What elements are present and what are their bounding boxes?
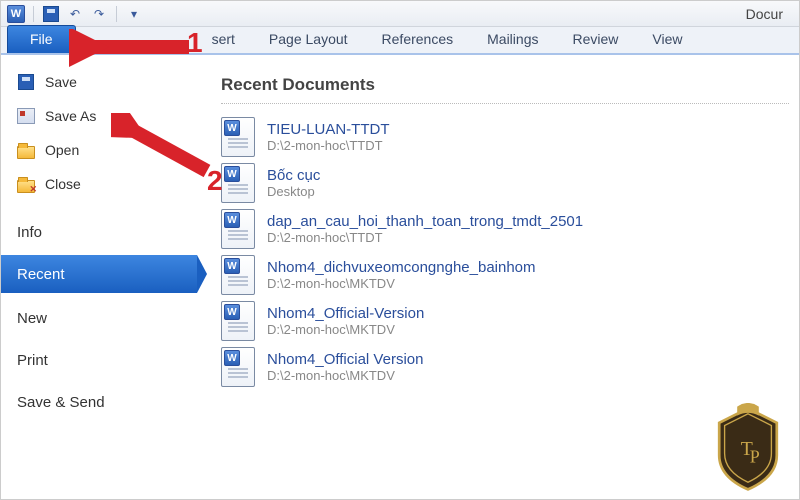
doc-text: Nhom4_Official-VersionD:\2-mon-hoc\MKTDV	[267, 305, 424, 337]
word-doc-icon	[221, 163, 255, 203]
doc-path: D:\2-mon-hoc\MKTDV	[267, 368, 423, 383]
sidebar-item-info[interactable]: Info	[1, 215, 197, 249]
floppy-icon	[43, 6, 59, 22]
word-doc-icon	[221, 117, 255, 157]
sidebar-item-label: Save As	[45, 108, 96, 124]
quick-access-toolbar: ↶ ↷ ▾	[31, 5, 143, 23]
recent-doc-item[interactable]: TIEU-LUAN-TTDTD:\2-mon-hoc\TTDT	[221, 114, 789, 160]
annotation-label-1: 1	[187, 27, 203, 59]
doc-text: dap_an_cau_hoi_thanh_toan_trong_tmdt_250…	[267, 213, 583, 245]
sidebar-item-save-send[interactable]: Save & Send	[1, 385, 197, 419]
doc-text: Bốc cụcDesktop	[267, 167, 320, 199]
doc-title: Bốc cục	[267, 167, 320, 184]
sidebar-item-save[interactable]: Save	[1, 65, 197, 99]
doc-path: Desktop	[267, 184, 320, 199]
doc-path: D:\2-mon-hoc\TTDT	[267, 230, 583, 245]
app-icon: W	[7, 5, 25, 23]
window-title: Docur	[746, 6, 783, 22]
sidebar-item-label: Close	[45, 176, 81, 192]
tab-page-layout[interactable]: Page Layout	[255, 26, 362, 53]
qat-undo-button[interactable]: ↶	[66, 5, 84, 23]
doc-text: Nhom4_dichvuxeomcongnghe_bainhomD:\2-mon…	[267, 259, 536, 291]
doc-title: Nhom4_Official Version	[267, 351, 423, 368]
doc-path: D:\2-mon-hoc\MKTDV	[267, 276, 536, 291]
annotation-label-2: 2	[207, 165, 223, 197]
svg-text:P: P	[750, 446, 760, 466]
doc-path: D:\2-mon-hoc\MKTDV	[267, 322, 424, 337]
folder-open-icon	[17, 141, 35, 159]
tab-review[interactable]: Review	[558, 26, 632, 53]
recent-doc-item[interactable]: Nhom4_Official-VersionD:\2-mon-hoc\MKTDV	[221, 298, 789, 344]
word-doc-icon	[221, 209, 255, 249]
word-doc-icon	[221, 347, 255, 387]
doc-title: dap_an_cau_hoi_thanh_toan_trong_tmdt_250…	[267, 213, 583, 230]
tab-file[interactable]: File	[7, 25, 76, 53]
sidebar-item-print[interactable]: Print	[1, 343, 197, 377]
sidebar-item-new[interactable]: New	[1, 301, 197, 335]
folder-close-icon	[17, 175, 35, 193]
word-doc-icon	[221, 255, 255, 295]
annotation-arrow-1	[69, 29, 199, 69]
sidebar-item-label: Save & Send	[17, 394, 105, 411]
annotation-arrow-2	[111, 113, 221, 183]
sidebar-item-label: Info	[17, 224, 42, 241]
doc-text: Nhom4_Official VersionD:\2-mon-hoc\MKTDV	[267, 351, 423, 383]
recent-doc-item[interactable]: Nhom4_Official VersionD:\2-mon-hoc\MKTDV	[221, 344, 789, 390]
recent-doc-item[interactable]: Nhom4_dichvuxeomcongnghe_bainhomD:\2-mon…	[221, 252, 789, 298]
floppy-icon	[17, 73, 35, 91]
tab-view[interactable]: View	[638, 26, 696, 53]
doc-title: Nhom4_Official-Version	[267, 305, 424, 322]
divider	[221, 103, 789, 104]
sidebar-item-label: Print	[17, 352, 48, 369]
sidebar-item-label: Save	[45, 74, 77, 90]
sidebar-item-label: New	[17, 310, 47, 327]
recent-doc-item[interactable]: Bốc cụcDesktop	[221, 160, 789, 206]
sidebar-item-label: Recent	[17, 266, 65, 283]
recent-heading: Recent Documents	[221, 75, 789, 95]
recent-documents-list: TIEU-LUAN-TTDTD:\2-mon-hoc\TTDTBốc cụcDe…	[221, 114, 789, 390]
qat-save-button[interactable]	[42, 5, 60, 23]
tab-mailings[interactable]: Mailings	[473, 26, 552, 53]
sidebar-item-label: Open	[45, 142, 79, 158]
qat-redo-button[interactable]: ↷	[90, 5, 108, 23]
recent-doc-item[interactable]: dap_an_cau_hoi_thanh_toan_trong_tmdt_250…	[221, 206, 789, 252]
doc-title: Nhom4_dichvuxeomcongnghe_bainhom	[267, 259, 536, 276]
sidebar-item-recent[interactable]: Recent	[1, 255, 197, 293]
tab-references[interactable]: References	[368, 26, 468, 53]
save-as-icon	[17, 107, 35, 125]
qat-customize-button[interactable]: ▾	[125, 5, 143, 23]
tab-insert[interactable]: sert	[198, 26, 249, 53]
title-bar: W ↶ ↷ ▾ Docur	[1, 1, 799, 27]
doc-title: TIEU-LUAN-TTDT	[267, 121, 390, 138]
doc-text: TIEU-LUAN-TTDTD:\2-mon-hoc\TTDT	[267, 121, 390, 153]
word-doc-icon	[221, 301, 255, 341]
watermark-badge-icon: T P	[703, 403, 793, 493]
doc-path: D:\2-mon-hoc\TTDT	[267, 138, 390, 153]
